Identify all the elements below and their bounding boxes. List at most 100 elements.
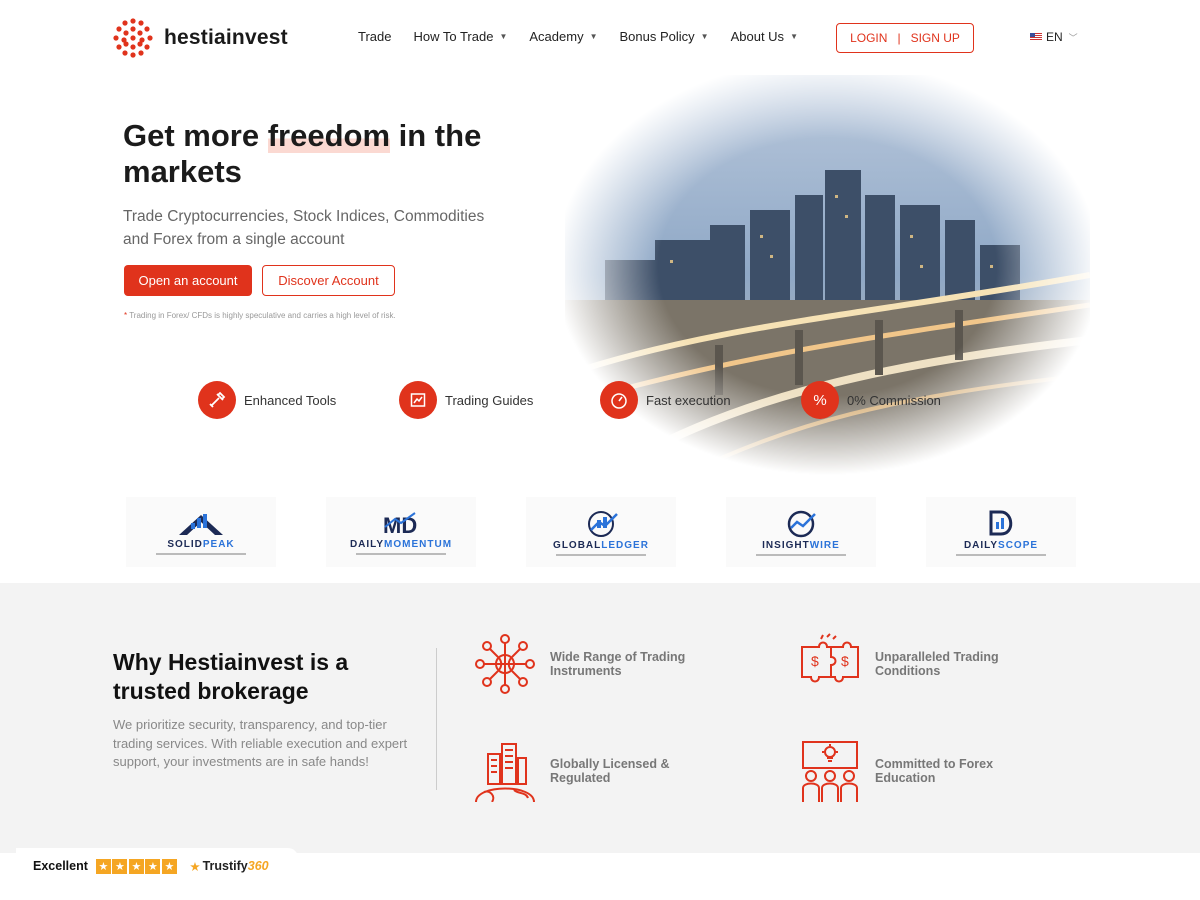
- hero-title: Get more freedom in the markets: [123, 118, 523, 190]
- brand-logo[interactable]: hestiainvest: [112, 17, 288, 59]
- feature-enhanced-tools: Enhanced Tools: [198, 381, 336, 419]
- site-header: hestiainvest Trade How To Trade ▼ Academy…: [0, 0, 1200, 76]
- chevron-down-icon: ▼: [700, 32, 709, 41]
- risk-warning-text: Trading in Forex/ CFDs is highly specula…: [127, 311, 396, 320]
- feature-trading-guides: Trading Guides: [399, 381, 533, 419]
- why-section: Why Hestiainvest is a trusted brokerage …: [0, 583, 1200, 853]
- discover-account-button[interactable]: Discover Account: [262, 265, 395, 296]
- why-item-education: Committed to Forex Education: [799, 740, 1035, 802]
- language-selector[interactable]: EN ﹀: [1030, 30, 1078, 44]
- partner-tagline: [556, 554, 646, 556]
- trustify-name: Trustify: [202, 859, 248, 873]
- nav-academy-label: Academy: [529, 29, 584, 44]
- partner-tagline: [956, 554, 1046, 556]
- feature-list: Enhanced Tools Trading Guides Fast execu…: [198, 381, 998, 421]
- partner-logos: SOLIDPEAK MD DAILYMOMENTUM GLOBALLEDGER …: [126, 497, 1076, 567]
- feature-label: Enhanced Tools: [244, 392, 337, 408]
- partner-tagline: [156, 553, 246, 555]
- chevron-down-icon: ▼: [790, 32, 798, 41]
- nav-about-us-label: About Us: [730, 29, 785, 44]
- puzzle-money-icon: $ $: [801, 633, 859, 683]
- trust-badge[interactable]: Excellent ★ ★ ★ ★ ★ ★ Trustify 360: [16, 848, 298, 884]
- why-item-label: Committed to Forex Education: [875, 757, 994, 785]
- why-item-instruments: Wide Range of Trading Instruments: [474, 633, 710, 695]
- guide-icon: [399, 381, 437, 419]
- hero-title-pre: Get more: [123, 118, 268, 153]
- partner-name-b: LEDGER: [601, 540, 649, 551]
- brand-name: hestiainvest: [164, 26, 288, 49]
- network-globe-icon: [475, 634, 535, 694]
- partner-name-b: PEAK: [202, 539, 235, 550]
- star-icon: ★: [95, 858, 111, 874]
- auth-divider: |: [897, 31, 901, 45]
- why-item-licensed: Globally Licensed & Regulated: [474, 740, 710, 802]
- nav-trade-label: Trade: [358, 29, 392, 44]
- education-presentation-icon: [802, 741, 858, 802]
- why-item-label: Globally Licensed & Regulated: [550, 757, 670, 785]
- percent-icon: %: [801, 381, 839, 419]
- partner-name: INSIGHTWIRE: [762, 540, 840, 551]
- svg-text:$: $: [841, 653, 849, 669]
- star-icon: ★: [189, 859, 201, 874]
- partner-logo-solidpeak[interactable]: SOLIDPEAK: [126, 497, 276, 567]
- partner-name-a: GLOBAL: [553, 540, 602, 551]
- main-nav: Trade How To Trade ▼ Academy ▼ Bonus Polic…: [358, 29, 820, 44]
- partner-logo-dailyscope[interactable]: DAILYSCOPE: [926, 497, 1076, 567]
- nav-how-to-trade[interactable]: How To Trade ▼: [413, 29, 507, 44]
- partner-tagline: [356, 553, 446, 555]
- logo-dots-icon: [113, 18, 153, 58]
- risk-warning: * Trading in Forex/ CFDs is highly specu…: [124, 311, 396, 320]
- why-description: We prioritize security, transparency, an…: [113, 717, 408, 769]
- trustify-logo: ★ Trustify 360: [189, 859, 268, 874]
- language-code: EN: [1046, 30, 1063, 44]
- partner-tagline: [756, 554, 846, 556]
- partner-name: DAILYMOMENTUM: [350, 539, 452, 550]
- feature-label: Fast execution: [646, 392, 731, 408]
- mountain-chart-icon: [179, 514, 223, 535]
- feature-zero-commission: % 0% Commission: [801, 381, 941, 419]
- nav-about-us[interactable]: About Us ▼: [731, 29, 798, 44]
- partner-logo-globalledger[interactable]: GLOBALLEDGER: [526, 497, 676, 567]
- partner-name: GLOBALLEDGER: [553, 540, 649, 551]
- speedometer-icon: [600, 381, 638, 419]
- rating-stars: ★ ★ ★ ★ ★: [95, 858, 179, 874]
- nav-trade[interactable]: Trade: [358, 29, 391, 44]
- feature-label: Trading Guides: [445, 392, 534, 408]
- nav-how-to-trade-label: How To Trade: [413, 29, 494, 44]
- why-item-label: Unparalleled Trading Conditions: [875, 650, 999, 678]
- d-monogram-icon: [989, 510, 1013, 536]
- partner-name-a: SOLID: [167, 539, 203, 550]
- partner-name: DAILYSCOPE: [964, 540, 1038, 551]
- login-link[interactable]: LOGIN: [850, 31, 887, 45]
- partner-name-b: MOMENTUM: [384, 539, 453, 550]
- trustify-number: 360: [247, 859, 269, 873]
- global-buildings-icon: [475, 743, 535, 802]
- star-icon: ★: [161, 858, 177, 874]
- us-flag-icon: [1030, 33, 1042, 41]
- partner-logo-dailymomentum[interactable]: MD DAILYMOMENTUM: [326, 497, 476, 567]
- svg-text:$: $: [811, 653, 819, 669]
- partner-name-a: INSIGHT: [762, 540, 810, 551]
- chevron-down-icon: ﹀: [1068, 32, 1078, 43]
- rating-text: Excellent: [33, 859, 88, 873]
- partner-name-b: SCOPE: [998, 540, 1039, 551]
- open-account-button[interactable]: Open an account: [124, 265, 252, 296]
- feature-label: 0% Commission: [847, 392, 941, 408]
- hero-subtitle: Trade Cryptocurrencies, Stock Indices, C…: [123, 208, 485, 248]
- signup-link[interactable]: SIGN UP: [911, 31, 960, 45]
- partner-name-a: DAILY: [349, 539, 385, 550]
- star-icon: ★: [128, 858, 144, 874]
- why-title: Why Hestiainvest is a trusted brokerage: [113, 649, 349, 704]
- feature-fast-execution: Fast execution: [600, 381, 731, 419]
- tools-icon: [198, 381, 236, 419]
- nav-bonus-policy[interactable]: Bonus Policy ▼: [620, 29, 709, 44]
- hero-title-highlight: freedom: [267, 118, 391, 153]
- star-icon: ★: [145, 858, 161, 874]
- partner-logo-insightwire[interactable]: INSIGHTWIRE: [726, 497, 876, 567]
- nav-academy[interactable]: Academy ▼: [529, 29, 597, 44]
- chevron-down-icon: ▼: [589, 32, 598, 41]
- partner-name: SOLIDPEAK: [167, 539, 234, 550]
- section-divider: [436, 648, 437, 790]
- why-item-conditions: $ $ Unparalleled Trading Conditions: [799, 633, 1035, 695]
- why-item-label: Wide Range of Trading Instruments: [550, 650, 686, 678]
